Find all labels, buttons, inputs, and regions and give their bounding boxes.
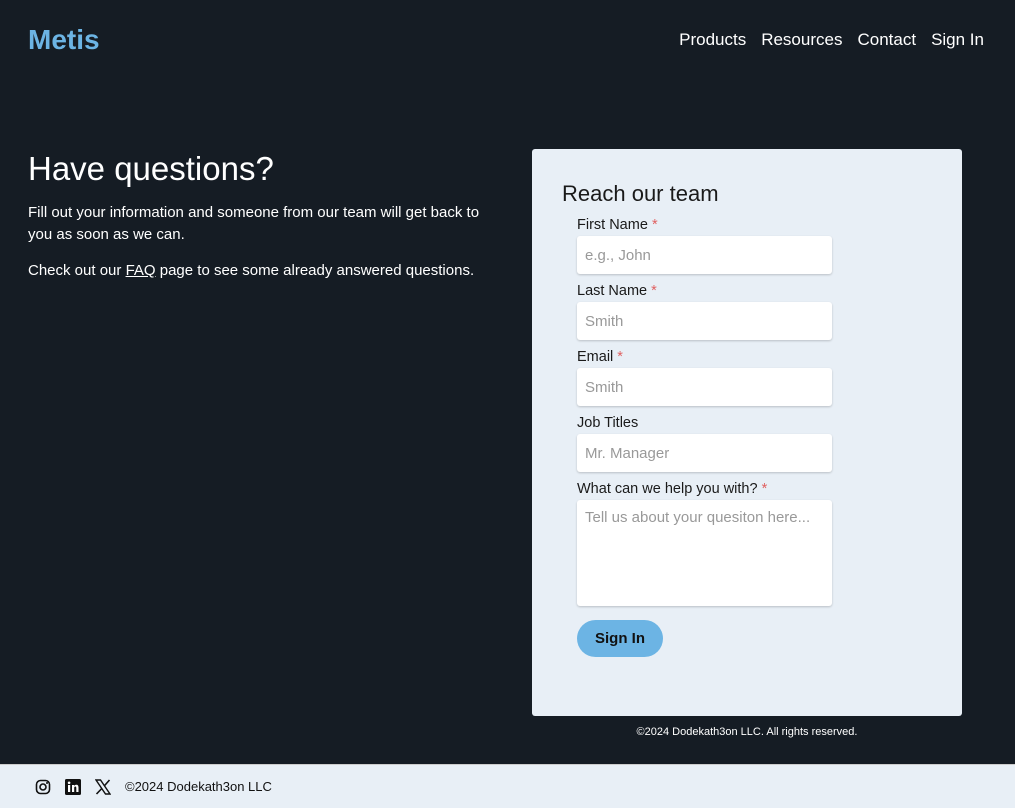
nav-contact[interactable]: Contact	[857, 30, 916, 50]
job-title-label: Job Titles	[577, 415, 639, 431]
last-name-label: Last Name *	[577, 283, 657, 299]
faq-text-after: page to see some already answered questi…	[155, 262, 475, 279]
faq-text-before: Check out our	[28, 262, 126, 279]
top-nav: Products Resources Contact Sign In	[679, 30, 984, 50]
brand-logo[interactable]: Metis	[28, 24, 100, 56]
nav-sign-in[interactable]: Sign In	[931, 30, 984, 50]
email-label: Email *	[577, 349, 623, 365]
intro-text: Fill out your information and someone fr…	[28, 204, 480, 243]
nav-resources[interactable]: Resources	[761, 30, 842, 50]
footer: ©2024 Dodekath3on LLC	[0, 764, 1015, 808]
form-title: Reach our team	[562, 181, 719, 206]
footer-copyright: ©2024 Dodekath3on LLC	[125, 779, 272, 794]
rights-text: ©2024 Dodekath3on LLC. All rights reserv…	[636, 726, 858, 738]
message-label: What can we help you with? *	[577, 481, 768, 497]
faq-link[interactable]: FAQ	[126, 262, 156, 279]
intro: Have questions? Fill out your informatio…	[28, 150, 498, 296]
job-title-input[interactable]	[577, 434, 832, 472]
last-name-input[interactable]	[577, 302, 832, 340]
first-name-label: First Name *	[577, 217, 658, 233]
message-textarea[interactable]	[577, 500, 832, 606]
page-title: Have questions?	[28, 150, 274, 187]
email-input[interactable]	[577, 368, 832, 406]
faq-text: Check out our FAQ page to see some alrea…	[28, 260, 498, 282]
instagram-icon[interactable]	[35, 779, 51, 795]
x-icon[interactable]	[95, 778, 111, 795]
submit-button[interactable]: Sign In	[577, 620, 663, 657]
first-name-input[interactable]	[577, 236, 832, 274]
contact-form: Reach our team First Name * Last Name * …	[532, 149, 962, 716]
nav-products[interactable]: Products	[679, 30, 746, 50]
linkedin-icon[interactable]	[65, 778, 81, 795]
